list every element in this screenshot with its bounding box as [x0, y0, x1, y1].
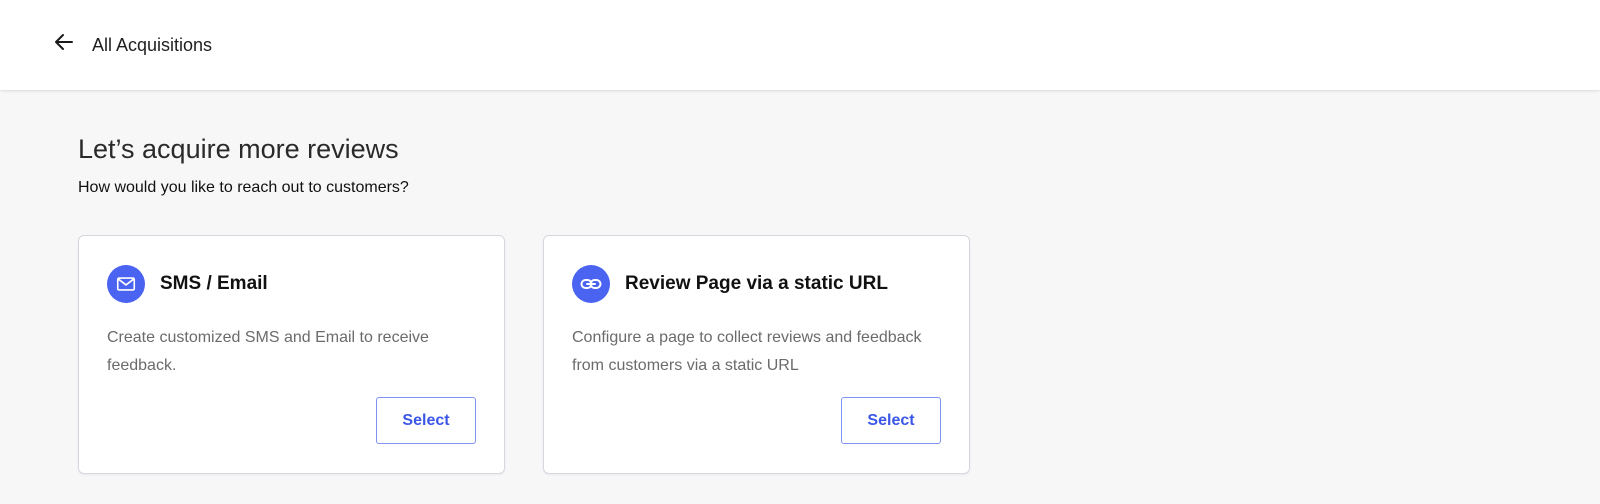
option-title: SMS / Email [160, 273, 268, 294]
back-link-label[interactable]: All Acquisitions [92, 34, 212, 56]
select-static-url-button[interactable]: Select [841, 397, 941, 444]
option-description: Configure a page to collect reviews and … [572, 329, 922, 374]
option-card-sms-email: SMS / Email Create customized SMS and Em… [78, 235, 505, 474]
page-subtitle: How would you like to reach out to custo… [78, 179, 409, 196]
option-card-static-url: Review Page via a static URL Configure a… [543, 235, 970, 474]
page-title: Let’s acquire more reviews [78, 134, 399, 164]
option-description: Create customized SMS and Email to recei… [107, 329, 429, 374]
option-title: Review Page via a static URL [625, 273, 888, 294]
top-bar: All Acquisitions [0, 0, 1600, 90]
select-sms-email-button[interactable]: Select [376, 397, 476, 444]
mail-icon [107, 265, 145, 303]
back-button[interactable] [48, 28, 80, 60]
arrow-left-icon [52, 30, 76, 59]
link-icon [572, 265, 610, 303]
